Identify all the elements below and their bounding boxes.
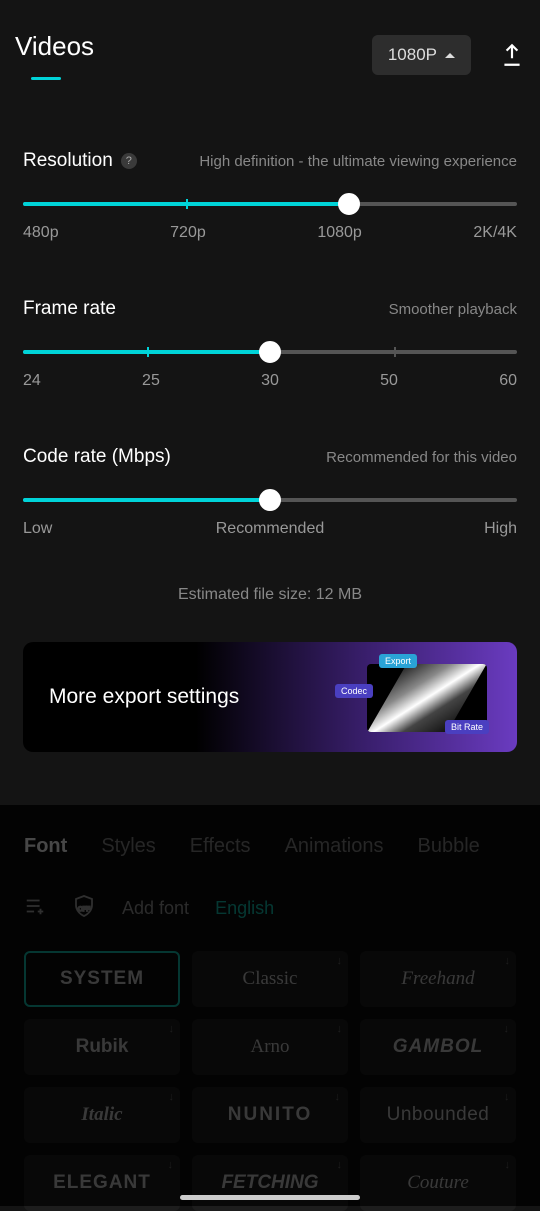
download-icon: ↓: [505, 1159, 511, 1171]
res-label-2k4k: 2K/4K: [473, 224, 517, 242]
add-font-button[interactable]: Add font: [122, 898, 189, 919]
tab-underline: [31, 77, 61, 80]
font-option-classic[interactable]: Classic↓: [192, 951, 348, 1007]
help-icon[interactable]: ?: [121, 153, 137, 169]
download-icon: ↓: [169, 1023, 175, 1035]
tab-bubble[interactable]: Bubble: [418, 835, 480, 858]
framerate-labels: 24 25 30 50 60: [23, 372, 517, 390]
coderate-hint: Recommended for this video: [326, 449, 517, 466]
tab-font[interactable]: Font: [24, 835, 67, 858]
framerate-title: Frame rate: [23, 298, 116, 320]
res-label-720: 720p: [170, 224, 206, 242]
cr-label-low: Low: [23, 520, 52, 538]
svg-text:OFF: OFF: [78, 907, 90, 913]
resolution-dropdown[interactable]: 1080P: [372, 35, 471, 75]
download-icon: ↓: [505, 955, 511, 967]
font-option-rubik[interactable]: Rubik↓: [24, 1019, 180, 1075]
fr-label-50: 50: [380, 372, 398, 390]
cr-label-high: High: [484, 520, 517, 538]
download-icon: ↓: [337, 1159, 343, 1171]
language-english[interactable]: English: [215, 898, 274, 919]
resolution-title: Resolution ?: [23, 150, 137, 172]
resolution-hint: High definition - the ultimate viewing e…: [199, 153, 517, 170]
font-option-fetching[interactable]: FETCHING↓: [192, 1155, 348, 1211]
tag-export: Export: [379, 654, 417, 668]
shield-off-icon[interactable]: OFF: [72, 894, 96, 923]
more-export-settings-card[interactable]: More export settings Export Codec Bit Ra…: [23, 642, 517, 752]
fr-label-60: 60: [499, 372, 517, 390]
font-option-italic[interactable]: Italic↓: [24, 1087, 180, 1143]
resolution-slider[interactable]: [23, 202, 517, 206]
font-option-system[interactable]: SYSTEM: [24, 951, 180, 1007]
framerate-hint: Smoother playback: [389, 301, 517, 318]
font-option-elegant[interactable]: ELEGANT↓: [24, 1155, 180, 1211]
download-icon: ↓: [169, 1091, 175, 1103]
font-option-arno[interactable]: Arno↓: [192, 1019, 348, 1075]
fr-label-24: 24: [23, 372, 41, 390]
resolution-chip-label: 1080P: [388, 45, 437, 65]
export-button[interactable]: [499, 42, 525, 68]
more-export-text: More export settings: [49, 685, 239, 709]
resolution-title-text: Resolution: [23, 150, 113, 172]
fr-label-25: 25: [142, 372, 160, 390]
download-icon: ↓: [504, 1091, 510, 1103]
download-icon: ↓: [504, 1023, 511, 1035]
resolution-labels: 480p 720p 1080p 2K/4K: [23, 224, 517, 242]
font-option-unbounded[interactable]: Unbounded↓: [360, 1087, 516, 1143]
font-option-nunito[interactable]: NUNITO↓: [192, 1087, 348, 1143]
framerate-slider-thumb[interactable]: [259, 341, 281, 363]
download-icon: ↓: [337, 1023, 343, 1035]
coderate-slider-thumb[interactable]: [259, 489, 281, 511]
coderate-slider[interactable]: [23, 498, 517, 502]
download-icon: ↓: [168, 1159, 175, 1171]
fr-label-30: 30: [261, 372, 279, 390]
framerate-slider[interactable]: [23, 350, 517, 354]
resolution-slider-thumb[interactable]: [338, 193, 360, 215]
tab-videos-label: Videos: [15, 31, 94, 61]
home-indicator: [180, 1195, 360, 1200]
res-label-480: 480p: [23, 224, 59, 242]
res-label-1080: 1080p: [317, 224, 362, 242]
cr-label-rec: Recommended: [216, 520, 325, 538]
tab-animations[interactable]: Animations: [285, 835, 384, 858]
font-option-freehand[interactable]: Freehand↓: [360, 951, 516, 1007]
estimated-size: Estimated file size: 12 MB: [23, 586, 517, 604]
tag-bitrate: Bit Rate: [445, 720, 489, 734]
download-icon: ↓: [337, 955, 343, 967]
tab-styles[interactable]: Styles: [101, 835, 155, 858]
coderate-title: Code rate (Mbps): [23, 446, 171, 468]
tag-codec: Codec: [335, 684, 373, 698]
font-tabs: Font Styles Effects Animations Bubble: [24, 835, 516, 858]
caret-up-icon: [445, 53, 455, 58]
tab-effects[interactable]: Effects: [190, 835, 251, 858]
list-add-icon[interactable]: [24, 895, 46, 922]
font-option-couture[interactable]: Couture↓: [360, 1155, 516, 1211]
tab-videos[interactable]: Videos: [15, 31, 94, 80]
coderate-labels: Low Recommended High: [23, 520, 517, 540]
download-icon: ↓: [335, 1091, 343, 1103]
font-option-gambol[interactable]: GAMBOL↓: [360, 1019, 516, 1075]
